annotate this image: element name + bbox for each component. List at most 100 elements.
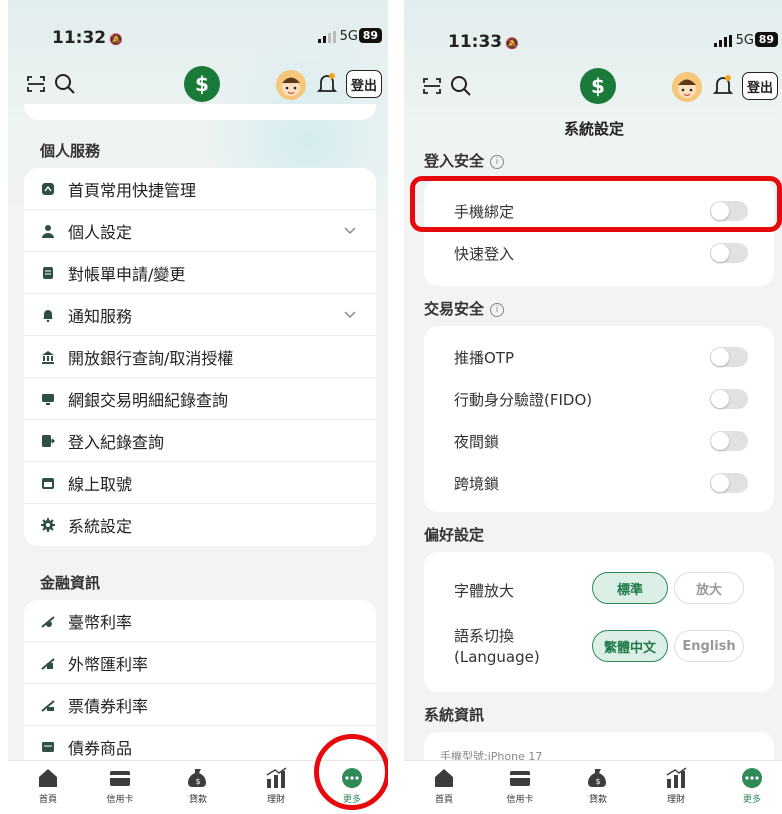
- silent-icon: 🔕: [109, 33, 123, 46]
- font-standard-button[interactable]: 標準: [592, 572, 668, 604]
- search-icon[interactable]: [450, 75, 472, 97]
- login-icon: [40, 433, 56, 449]
- menu-item-login-records[interactable]: 登入紀錄查詢: [24, 420, 376, 462]
- page-title: 系統設定: [563, 120, 624, 138]
- status-time: 11:32: [52, 28, 107, 48]
- language-label-en: (Language): [454, 648, 540, 666]
- person-icon: [40, 223, 56, 239]
- network-label: 5G: [339, 29, 358, 44]
- section-title-trade-security: 交易安全 i: [424, 298, 505, 319]
- logout-button[interactable]: 登出: [346, 70, 382, 98]
- left-screen: 11:32 🔕 5G 89 $ 登出 個人服務 首頁常用快捷管理 個人設定 對帳單…: [8, 0, 388, 814]
- font-size-label: 字體放大: [454, 582, 515, 600]
- avatar[interactable]: [276, 70, 306, 100]
- more-icon: [742, 768, 762, 788]
- language-label: 語系切換: [454, 627, 515, 645]
- credit-card-icon: [110, 771, 130, 786]
- chevron-down-icon: [344, 227, 356, 235]
- preferences-card: 字體放大 標準 放大 語系切換 (Language) 繁體中文 English: [424, 552, 774, 692]
- finance-info-card: 臺幣利率 外幣匯利率 票債券利率 債券商品: [24, 600, 376, 770]
- rate-icon: [40, 655, 56, 671]
- trade-security-card: 推播OTP 行動身分驗證(FIDO) 夜間鎖 跨境鎖: [424, 326, 774, 512]
- menu-item-open-banking[interactable]: 開放銀行查詢/取消授權: [24, 336, 376, 378]
- fido-toggle[interactable]: [710, 389, 748, 409]
- night-lock-toggle[interactable]: [710, 431, 748, 451]
- home-icon: [435, 769, 453, 787]
- chart-icon: [666, 767, 687, 788]
- bell-icon: [40, 307, 56, 323]
- tab-credit-card[interactable]: 信用卡: [100, 767, 140, 805]
- tab-wealth[interactable]: 理財: [256, 767, 296, 805]
- bank-logo: $: [184, 66, 220, 102]
- logout-button[interactable]: 登出: [742, 72, 778, 100]
- quick-login-toggle[interactable]: [710, 243, 748, 263]
- tab-more[interactable]: 更多: [732, 767, 772, 805]
- battery-level: 89: [358, 28, 382, 43]
- chart-icon: [266, 767, 287, 788]
- bell-icon[interactable]: [712, 74, 734, 98]
- tab-loan[interactable]: $ 貸款: [178, 767, 218, 805]
- menu-item-queue-number[interactable]: 線上取號: [24, 462, 376, 504]
- bell-icon[interactable]: [316, 72, 338, 96]
- signal-icon: [714, 35, 732, 47]
- highlight-box-phone-binding: [410, 176, 782, 232]
- tab-home[interactable]: 首頁: [424, 767, 464, 805]
- svg-text:$: $: [591, 74, 605, 98]
- scan-icon[interactable]: [26, 74, 46, 94]
- top-nav: $ 登出: [8, 64, 388, 108]
- setting-row-quick-login: 快速登入: [424, 232, 774, 274]
- section-title-finance: 金融資訊: [40, 574, 101, 592]
- network-label: 5G: [735, 33, 754, 48]
- status-time: 11:33: [448, 32, 503, 52]
- menu-item-bond-rate[interactable]: 票債券利率: [24, 684, 376, 726]
- menu-item-home-shortcuts[interactable]: 首頁常用快捷管理: [24, 168, 376, 210]
- silent-icon: 🔕: [505, 37, 519, 50]
- svg-text:$: $: [195, 777, 200, 786]
- menu-item-notifications[interactable]: 通知服務: [24, 294, 376, 336]
- right-screen: 11:33 🔕 5G 89 $ 登出 系統設定 登入安全 i 手機綁定 快速登入 交…: [404, 0, 782, 814]
- menu-item-transaction-log[interactable]: 網銀交易明細紀錄查詢: [24, 378, 376, 420]
- bottom-tab-bar: 首頁 信用卡 $ 貸款 理財 更多: [404, 760, 782, 814]
- status-bar: 11:32 🔕 5G 89: [8, 28, 388, 52]
- info-icon[interactable]: i: [490, 302, 505, 317]
- font-large-button[interactable]: 放大: [674, 572, 744, 604]
- top-nav: $ 登出: [404, 66, 782, 110]
- avatar[interactable]: [672, 72, 702, 102]
- monitor-icon: [40, 391, 56, 407]
- cross-border-lock-toggle[interactable]: [710, 473, 748, 493]
- status-bar: 11:33 🔕 5G 89: [404, 32, 782, 56]
- menu-item-twd-rate[interactable]: 臺幣利率: [24, 600, 376, 642]
- tab-credit-card[interactable]: 信用卡: [500, 767, 540, 805]
- search-icon[interactable]: [54, 73, 76, 95]
- money-bag-icon: $: [588, 769, 606, 787]
- tab-loan[interactable]: $ 貸款: [578, 767, 618, 805]
- svg-text:$: $: [595, 777, 600, 786]
- certificate-icon: [40, 739, 56, 755]
- section-title-system-info: 系統資訊: [424, 706, 485, 724]
- personal-services-card: 首頁常用快捷管理 個人設定 對帳單申請/變更 通知服務 開放銀行查詢/取消授權 …: [24, 168, 376, 546]
- chevron-down-icon: [344, 311, 356, 319]
- info-icon[interactable]: i: [490, 154, 505, 169]
- rate-icon: [40, 697, 56, 713]
- menu-item-statement[interactable]: 對帳單申請/變更: [24, 252, 376, 294]
- bank-logo: $: [580, 68, 616, 104]
- lang-english-button[interactable]: English: [674, 630, 744, 662]
- setting-row-fido: 行動身分驗證(FIDO): [424, 378, 774, 420]
- setting-row-push-otp: 推播OTP: [424, 336, 774, 378]
- tab-wealth[interactable]: 理財: [656, 767, 696, 805]
- shortcut-icon: [40, 181, 56, 197]
- section-title-personal: 個人服務: [40, 142, 101, 160]
- section-title-preferences: 偏好設定: [424, 526, 485, 544]
- gear-icon: [40, 517, 56, 533]
- tab-home[interactable]: 首頁: [28, 767, 68, 805]
- calendar-icon: [40, 475, 56, 491]
- menu-item-fx-rate[interactable]: 外幣匯利率: [24, 642, 376, 684]
- lang-zh-tw-button[interactable]: 繁體中文: [592, 630, 668, 662]
- document-icon: [40, 265, 56, 281]
- scan-icon[interactable]: [422, 76, 442, 96]
- push-otp-toggle[interactable]: [710, 347, 748, 367]
- svg-text:$: $: [195, 72, 209, 96]
- menu-item-personal-settings[interactable]: 個人設定: [24, 210, 376, 252]
- menu-item-system-settings[interactable]: 系統設定: [24, 504, 376, 546]
- bank-icon: [40, 349, 56, 365]
